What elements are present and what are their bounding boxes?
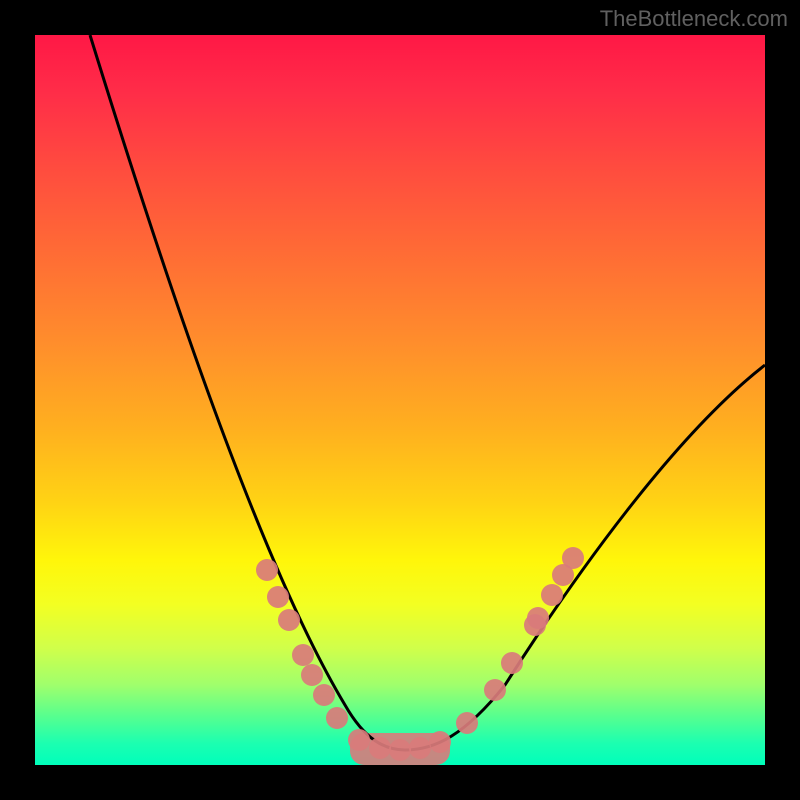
data-marker: [278, 609, 300, 631]
data-marker: [562, 547, 584, 569]
data-marker: [429, 731, 451, 753]
watermark-text: TheBottleneck.com: [600, 6, 788, 32]
plot-area: [35, 35, 765, 765]
data-marker: [292, 644, 314, 666]
data-marker: [326, 707, 348, 729]
data-marker: [256, 559, 278, 581]
data-marker: [389, 739, 411, 761]
bottleneck-curve: [90, 35, 765, 750]
data-marker: [541, 584, 563, 606]
curve-layer: [35, 35, 765, 765]
data-marker: [348, 729, 370, 751]
data-marker: [501, 652, 523, 674]
data-marker: [369, 737, 391, 759]
data-marker: [409, 737, 431, 759]
data-markers: [256, 547, 584, 761]
data-marker: [527, 607, 549, 629]
data-marker: [267, 586, 289, 608]
data-marker: [313, 684, 335, 706]
data-marker: [301, 664, 323, 686]
data-marker: [456, 712, 478, 734]
data-marker: [484, 679, 506, 701]
